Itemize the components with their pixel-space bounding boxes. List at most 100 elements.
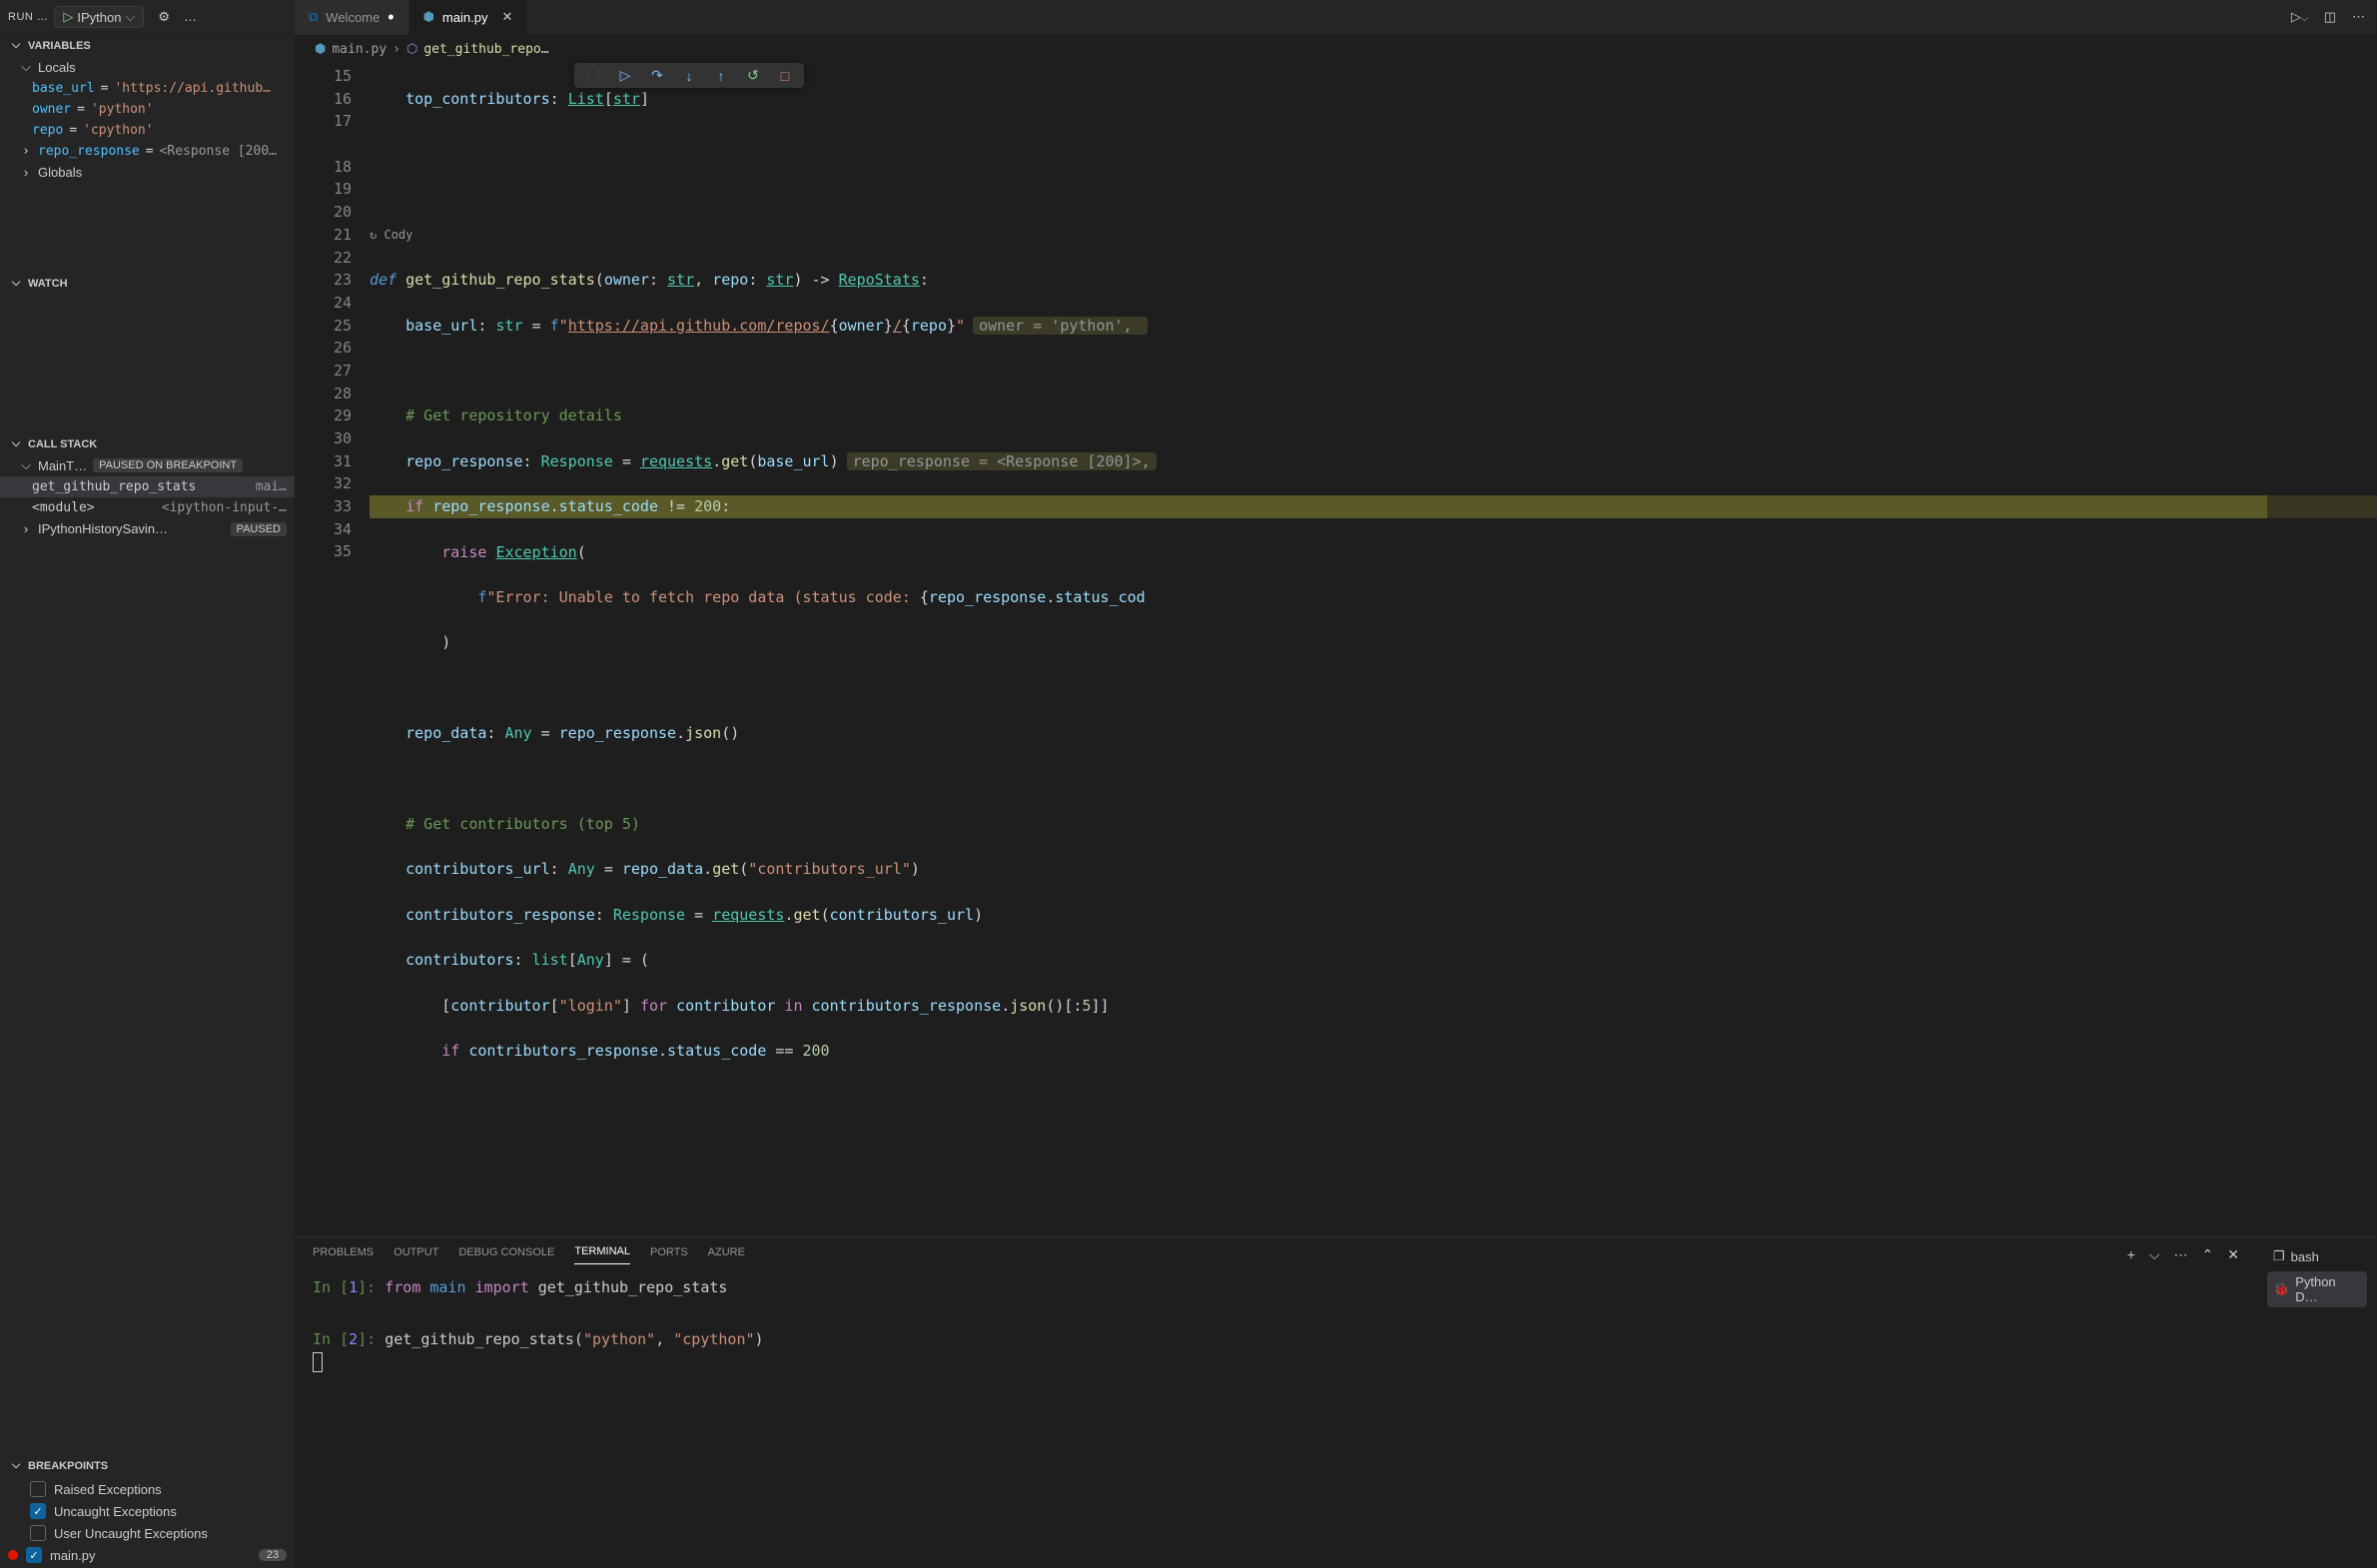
bp-user-uncaught-exceptions[interactable]: User Uncaught Exceptions [0,1522,295,1544]
terminal-entry-bash[interactable]: ❐ bash [2267,1245,2367,1267]
chevron-up-icon[interactable]: ⌃ [2202,1246,2214,1263]
line-number[interactable]: 32 [295,472,352,495]
line-number[interactable]: 30 [295,427,352,450]
breadcrumb-file[interactable]: main.py [332,42,387,57]
code-editor[interactable]: 15 16 17 18 19 20 21 22 ▷23 24 25 26 27 [295,63,2377,1236]
var-base-url[interactable]: base_url = 'https://api.github… [0,78,295,99]
bp-file-main-py[interactable]: ✓ main.py 23 [0,1544,295,1566]
watch-title: WATCH [28,278,68,290]
tab-terminal[interactable]: TERMINAL [574,1245,630,1264]
callstack-header[interactable]: ⌵ CALL STACK [0,433,295,454]
editor-tabs: ⧉ Welcome • ⬢ main.py ✕ [295,0,2279,35]
chevron-right-icon: › [20,144,32,159]
grip-icon[interactable]: ⋮⋮ [582,70,604,81]
var-repo[interactable]: repo = 'cpython' [0,120,295,141]
split-editor-icon[interactable]: ◫ [2324,9,2336,25]
more-icon[interactable]: ⋯ [2174,1246,2188,1263]
breakpoint-dot-icon [8,1550,18,1560]
checkbox-icon[interactable] [30,1525,46,1541]
breadcrumb-symbol[interactable]: get_github_repo… [423,42,548,57]
close-icon[interactable]: ✕ [501,9,512,25]
debug-toolbar[interactable]: ⋮⋮ ▷ ↷ ↓ ↑ ↺ □ [574,63,804,88]
thread-status-badge: PAUSED [231,522,287,536]
line-number[interactable]: 29 [295,404,352,427]
bp-raised-exceptions[interactable]: Raised Exceptions [0,1478,295,1500]
run-icon[interactable]: ▷⌵ [2291,9,2308,25]
callstack-thread[interactable]: ⌵ MainT… PAUSED ON BREAKPOINT [0,454,295,476]
python-icon: ⬢ [315,42,326,57]
start-debug-button[interactable]: ▷ IPython ⌵ [54,6,144,28]
tab-azure[interactable]: AZURE [708,1246,745,1264]
line-number[interactable]: 20 [295,201,352,224]
watch-header[interactable]: ⌵ WATCH [0,273,295,294]
stop-button[interactable]: □ [774,68,796,84]
line-number[interactable]: 31 [295,450,352,473]
thread-name: IPythonHistorySavin… [38,521,168,536]
terminal-entry-python-debug[interactable]: 🐞 Python D… [2267,1271,2367,1307]
gear-icon[interactable]: ⚙ [158,9,170,25]
variables-locals[interactable]: ⌵ Locals [0,56,295,78]
tab-ports[interactable]: PORTS [650,1246,688,1264]
tab-welcome[interactable]: ⧉ Welcome • [295,0,409,35]
gutter[interactable]: 15 16 17 18 19 20 21 22 ▷23 24 25 26 27 [295,63,370,1236]
checkbox-checked-icon[interactable]: ✓ [26,1547,42,1563]
watch-empty [0,294,295,433]
code-content[interactable]: top_contributors: List[str] ↻ Cody def g… [370,63,2377,1236]
tab-problems[interactable]: PROBLEMS [313,1246,374,1264]
restart-button[interactable]: ↺ [742,67,764,84]
chevron-down-icon[interactable]: ⌵ [125,9,135,25]
var-owner[interactable]: owner = 'python' [0,99,295,120]
chevron-down-icon: ⌵ [20,457,32,473]
step-over-button[interactable]: ↷ [646,67,668,84]
line-number[interactable]: 22 [295,247,352,270]
line-number[interactable]: 24 [295,292,352,315]
step-out-button[interactable]: ↑ [710,68,732,84]
inline-value: owner = 'python', [973,317,1148,335]
chevron-down-icon: ⌵ [20,59,32,75]
locals-label: Locals [38,60,76,75]
chevron-down-icon: ⌵ [10,437,22,450]
tab-debug-console[interactable]: DEBUG CONSOLE [458,1246,554,1264]
breakpoints-header[interactable]: ⌵ BREAKPOINTS [0,1455,295,1476]
more-icon[interactable]: ⋯ [2352,9,2365,25]
codelens-cody[interactable]: Cody [384,228,412,242]
checkbox-checked-icon[interactable]: ✓ [30,1503,46,1519]
line-number[interactable]: 19 [295,178,352,201]
chevron-down-icon[interactable]: ⌵ [2149,1246,2160,1263]
var-repo-response[interactable]: › repo_response = <Response [200… [0,141,295,162]
checkbox-icon[interactable] [30,1481,46,1497]
codelens[interactable] [295,133,352,156]
line-number[interactable]: 33 [295,495,352,518]
tab-output[interactable]: OUTPUT [394,1246,438,1264]
breadcrumb[interactable]: ⬢ main.py › ⬡ get_github_repo… [295,35,2377,63]
debug-sidebar: ⌵ VARIABLES ⌵ Locals base_url = 'https:/… [0,35,295,1568]
line-number[interactable]: 18 [295,156,352,179]
tab-main-py[interactable]: ⬢ main.py ✕ [409,0,528,35]
line-number[interactable]: 17 [295,110,352,133]
step-into-button[interactable]: ↓ [678,68,700,84]
line-number[interactable]: 25 [295,315,352,338]
callstack-other-thread[interactable]: › IPythonHistorySavin… PAUSED [0,518,295,539]
close-icon[interactable]: ✕ [2227,1246,2239,1263]
line-number[interactable]: 26 [295,337,352,360]
line-number[interactable]: 21 [295,224,352,247]
continue-button[interactable]: ▷ [614,67,636,84]
line-number[interactable]: 28 [295,383,352,405]
bp-uncaught-exceptions[interactable]: ✓ Uncaught Exceptions [0,1500,295,1522]
new-terminal-button[interactable]: + [2127,1246,2135,1263]
line-number[interactable]: 16 [295,88,352,111]
titlebar: RUN … ▷ IPython ⌵ ⚙ … ⧉ Welcome • ⬢ main… [0,0,2377,35]
terminal-output[interactable]: In [1]: from main import get_github_repo… [295,1264,2257,1568]
minimap[interactable] [2267,91,2377,1236]
variables-globals[interactable]: › Globals [0,162,295,183]
line-number[interactable]: 34 [295,518,352,541]
stack-frame-1[interactable]: <module> <ipython-input-… [0,497,295,518]
debug-config-name: IPython [77,10,121,25]
variables-header[interactable]: ⌵ VARIABLES [0,35,295,56]
stack-frame-0[interactable]: get_github_repo_stats mai… [0,476,295,497]
line-number[interactable]: 35 [295,540,352,563]
more-icon[interactable]: … [184,9,197,25]
line-number[interactable]: 15 [295,65,352,88]
line-number[interactable]: 27 [295,360,352,383]
line-number[interactable]: ▷23 [295,269,352,292]
